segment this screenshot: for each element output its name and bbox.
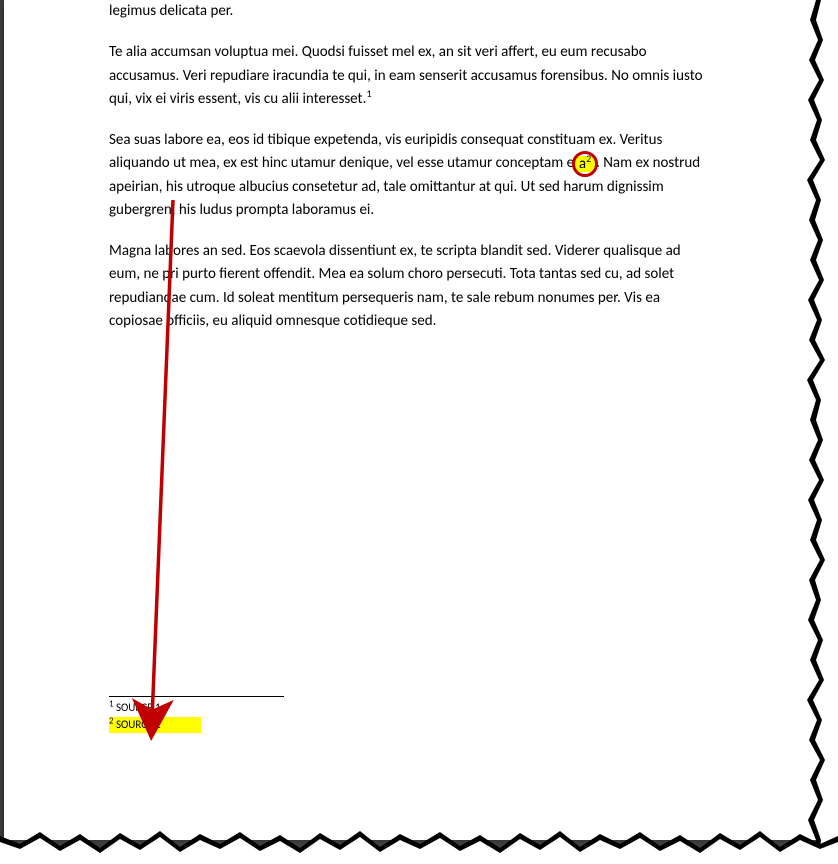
footnote-ref-1[interactable]: 1 bbox=[366, 87, 371, 100]
footnote-2-highlight: 2 SOURCE 2 bbox=[109, 717, 201, 734]
footnote-1[interactable]: 1 SOURCE 1 bbox=[109, 700, 709, 717]
footnote-2[interactable]: 2 SOURCE 2 bbox=[109, 717, 709, 734]
paragraph-fragment-top: legimus delicata per. bbox=[109, 0, 709, 23]
footnote-ref-2-annotated[interactable]: a2 bbox=[572, 151, 598, 177]
text-line: legimus delicata per. bbox=[109, 2, 233, 20]
text-run: Magna labores an sed. Eos scaevola disse… bbox=[109, 242, 681, 330]
paragraph-1: Te alia accumsan voluptua mei. Quodsi fu… bbox=[109, 41, 709, 111]
footnote-text-1: SOURCE 1 bbox=[113, 701, 160, 714]
paragraph-2: Sea suas labore ea, eos id tibique expet… bbox=[109, 129, 709, 222]
page-body: legimus delicata per. Te alia accumsan v… bbox=[109, 0, 709, 351]
text-run: Te alia accumsan voluptua mei. Quodsi fu… bbox=[109, 43, 702, 108]
footnote-text-2: SOURCE 2 bbox=[113, 718, 160, 731]
document-page: legimus delicata per. Te alia accumsan v… bbox=[4, 0, 824, 840]
footnotes-area: 1 SOURCE 1 2 SOURCE 2 bbox=[109, 696, 709, 733]
paragraph-3: Magna labores an sed. Eos scaevola disse… bbox=[109, 240, 709, 333]
circle-annotation-icon bbox=[572, 151, 598, 177]
footnote-separator bbox=[109, 696, 284, 697]
